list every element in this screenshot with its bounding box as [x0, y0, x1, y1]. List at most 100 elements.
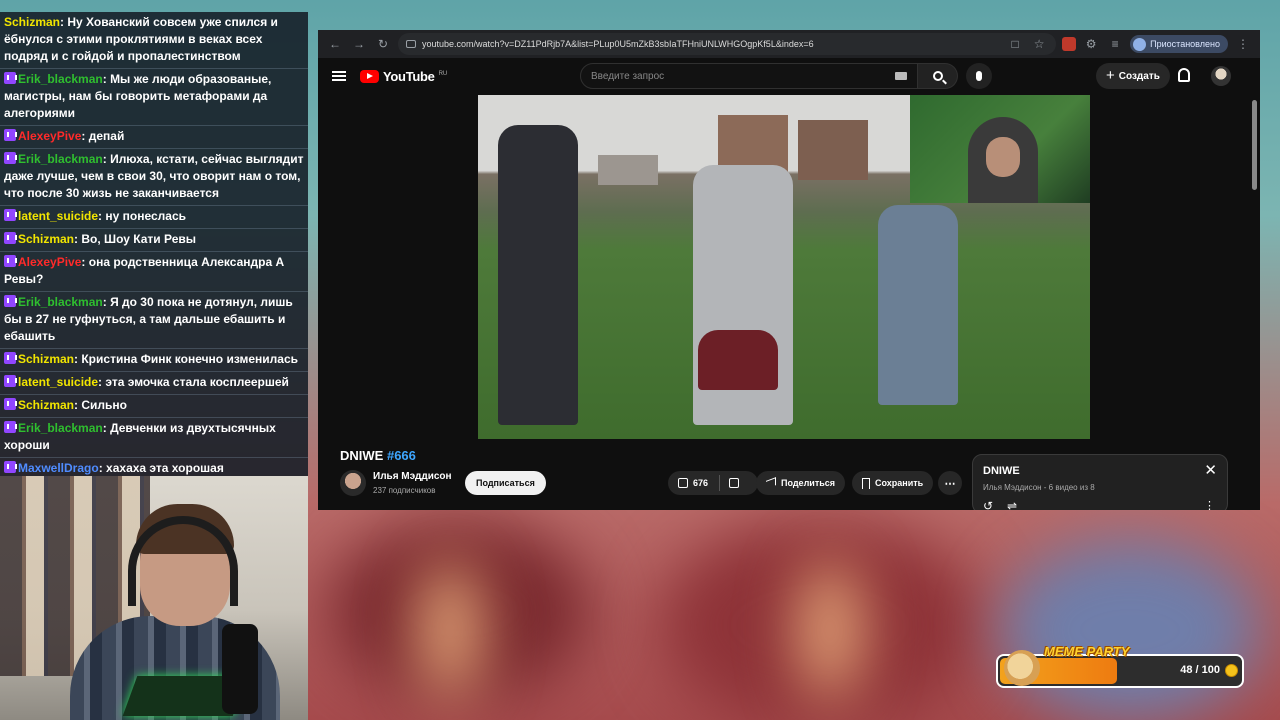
profile-button[interactable]: Приостановлено	[1130, 35, 1228, 53]
voice-search-button[interactable]	[966, 63, 992, 89]
chat-text: Кристина Финк конечно изменилась	[81, 352, 299, 366]
chat-message: AlexeyPive: она родственница Александра …	[0, 252, 308, 292]
twitch-badge-icon	[4, 209, 17, 221]
dislike-icon[interactable]	[729, 478, 740, 488]
back-arrow-icon[interactable]: ←	[326, 35, 344, 53]
chat-separator: :	[98, 461, 107, 475]
chat-username[interactable]: Erik_blackman	[18, 295, 103, 309]
search-input[interactable]: Введите запрос	[580, 63, 918, 89]
playlist-more-icon[interactable]: ⋮	[1204, 499, 1215, 510]
bookmark-icon	[862, 477, 870, 489]
bookmark-star-icon[interactable]: ☆	[1030, 35, 1048, 53]
video-webcam-inset	[910, 95, 1090, 203]
coin-icon	[1225, 664, 1238, 677]
youtube-play-icon	[360, 69, 379, 83]
close-icon[interactable]: ✕	[1204, 461, 1217, 479]
like-dislike-group: 676	[668, 471, 758, 495]
chat-username[interactable]: MaxwellDrago	[18, 461, 99, 475]
chat-message: Erik_blackman: Илюха, кстати, сейчас выг…	[0, 149, 308, 206]
chat-text: хахаха эта хорошая	[106, 461, 224, 475]
url-text[interactable]: youtube.com/watch?v=DZ11PdRjb7A&list=PLu…	[422, 39, 1000, 49]
youtube-header: YouTube RU Введите запрос + Создать	[318, 58, 1260, 94]
profile-avatar	[1133, 37, 1147, 51]
chat-message: Schizman: Кристина Финк конечно изменила…	[0, 349, 308, 372]
chat-username[interactable]: Schizman	[4, 15, 60, 29]
twitch-badge-icon	[4, 461, 17, 473]
browser-toolbar: ← → ↻ youtube.com/watch?v=DZ11PdRjb7A&li…	[318, 30, 1260, 58]
chat-username[interactable]: Erik_blackman	[18, 152, 103, 166]
share-label: Поделиться	[781, 478, 836, 488]
chat-separator: :	[81, 129, 89, 143]
menu-icon[interactable]	[332, 71, 346, 81]
chat-username[interactable]: Erik_blackman	[18, 72, 103, 86]
loop-icon[interactable]: ↺	[983, 499, 993, 510]
chat-username[interactable]: Schizman	[18, 352, 74, 366]
background-blur	[1000, 540, 1260, 720]
playlist-title[interactable]: DNIWE	[983, 465, 1020, 477]
video-person	[878, 205, 958, 405]
chat-username[interactable]: AlexeyPive	[18, 255, 81, 269]
subscribe-button[interactable]: Подписаться	[465, 471, 546, 495]
chat-username[interactable]: Erik_blackman	[18, 421, 103, 435]
reading-list-icon[interactable]: ≡	[1106, 35, 1124, 53]
search-button[interactable]	[918, 63, 958, 89]
inset-face	[986, 137, 1020, 177]
extension-icon[interactable]	[1062, 37, 1077, 51]
search-area: Введите запрос	[580, 63, 992, 89]
extensions-puzzle-icon[interactable]: ⚙	[1082, 35, 1100, 53]
chat-username[interactable]: AlexeyPive	[18, 129, 81, 143]
like-count[interactable]: 676	[693, 478, 708, 488]
share-button[interactable]: Поделиться	[756, 471, 846, 495]
channel-name[interactable]: Илья Мэддисон	[373, 471, 452, 482]
twitch-badge-icon	[4, 295, 17, 307]
video-title: DNIWE #666	[340, 448, 416, 463]
browser-window: ← → ↻ youtube.com/watch?v=DZ11PdRjb7A&li…	[318, 30, 1260, 510]
more-actions-icon[interactable]: ⋯	[938, 471, 962, 495]
profile-label: Приостановлено	[1150, 39, 1220, 49]
streamer-webcam	[0, 476, 308, 720]
video-player[interactable]	[478, 95, 1090, 439]
chat-message: Erik_blackman: Мы же люди образованые, м…	[0, 69, 308, 126]
chat-separator: :	[81, 255, 89, 269]
create-button[interactable]: + Создать	[1096, 63, 1170, 89]
like-icon[interactable]	[678, 478, 688, 488]
page-scrollbar[interactable]	[1252, 100, 1257, 190]
save-button[interactable]: Сохранить	[852, 471, 934, 495]
video-person	[498, 125, 578, 425]
chat-message: MaxwellDrago: хахаха эта хорошая	[0, 458, 308, 476]
twitch-badge-icon	[4, 129, 17, 141]
chat-message: latent_suicide: эта эмочка стала косплее…	[0, 372, 308, 395]
chat-username[interactable]: Schizman	[18, 232, 74, 246]
twitch-badge-icon	[4, 72, 17, 84]
video-title-prefix: DNIWE	[340, 448, 384, 463]
chat-username[interactable]: latent_suicide	[18, 209, 98, 223]
chat-separator: :	[102, 295, 111, 309]
chat-username[interactable]: Schizman	[18, 398, 74, 412]
site-settings-icon[interactable]	[406, 40, 416, 48]
address-bar[interactable]: youtube.com/watch?v=DZ11PdRjb7A&list=PLu…	[398, 33, 1057, 55]
chat-message: AlexeyPive: депай	[0, 126, 308, 149]
chat-username[interactable]: latent_suicide	[18, 375, 98, 389]
chat-separator: :	[102, 72, 111, 86]
browser-menu-icon[interactable]: ⋮	[1234, 35, 1252, 53]
video-shorts	[698, 330, 778, 390]
reload-icon[interactable]: ↻	[374, 35, 392, 53]
chat-message: Erik_blackman: Я до 30 пока не дотянул, …	[0, 292, 308, 349]
microphone-icon	[976, 71, 982, 81]
forward-arrow-icon[interactable]: →	[350, 35, 368, 53]
youtube-logo[interactable]: YouTube RU	[360, 69, 447, 84]
twitch-badge-icon	[4, 152, 17, 164]
account-avatar[interactable]	[1211, 66, 1231, 86]
keyboard-icon[interactable]	[895, 72, 907, 80]
stream-chat: Schizman: Ну Хованский совсем уже спился…	[0, 12, 308, 476]
video-hashtag[interactable]: #666	[387, 448, 416, 463]
install-app-icon[interactable]: □	[1006, 35, 1024, 53]
meme-party-widget: MEME PARTY 48 / 100	[996, 644, 1244, 688]
share-icon	[766, 477, 776, 489]
notifications-bell-icon[interactable]	[1178, 68, 1190, 82]
channel-avatar[interactable]	[340, 470, 366, 496]
chat-message: Schizman: Во, Шоу Кати Ревы	[0, 229, 308, 252]
chat-separator: :	[102, 421, 111, 435]
twitch-badge-icon	[4, 398, 17, 410]
shuffle-icon[interactable]: ⇌	[1007, 499, 1017, 510]
